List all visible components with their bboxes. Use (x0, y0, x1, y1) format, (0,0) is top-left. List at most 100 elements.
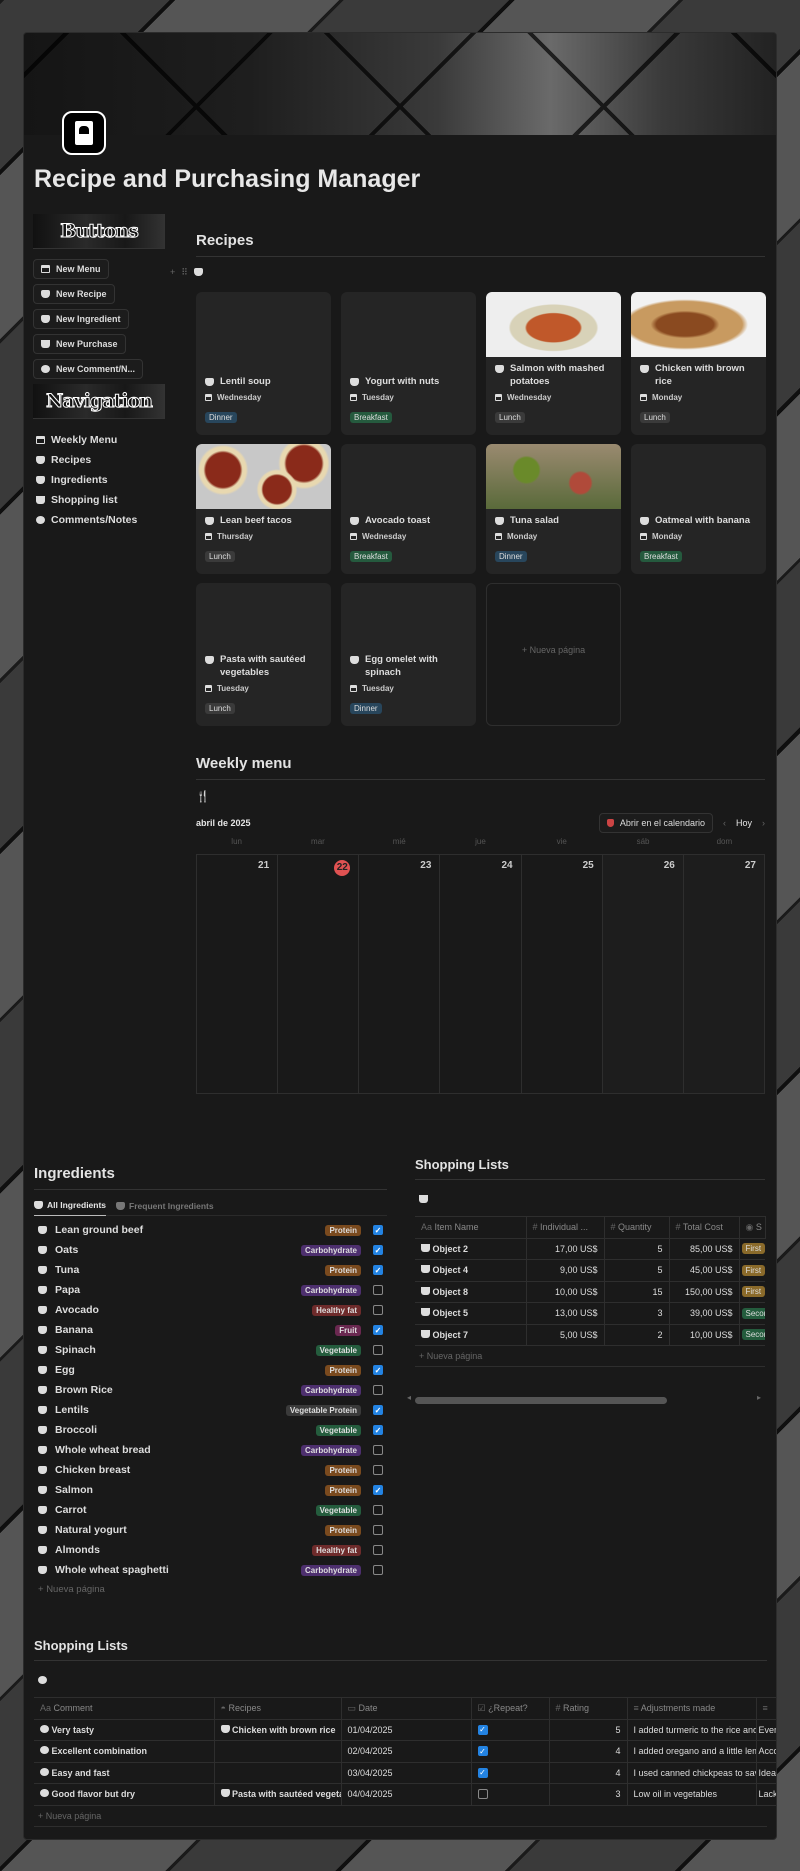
today-button[interactable]: Hoy (736, 818, 752, 828)
frequent-checkbox[interactable] (373, 1525, 383, 1535)
calendar-day-cell[interactable]: 24 (439, 854, 521, 1094)
column-header[interactable]: # Individual ... (526, 1216, 605, 1239)
sidebar-button-4[interactable]: New Comment/N... (33, 359, 144, 379)
ingredient-row[interactable]: Oats Carbohydrate ✓ (38, 1240, 383, 1260)
tab-frequent-ingredients[interactable]: Frequent Ingredients (116, 1201, 214, 1211)
ingredient-row[interactable]: Spinach Vegetable (38, 1340, 383, 1360)
repeat-checkbox[interactable]: ✓ (477, 1746, 488, 1757)
ingredient-row[interactable]: Natural yogurt Protein (38, 1520, 383, 1540)
ingredient-row[interactable]: Whole wheat bread Carbohydrate (38, 1440, 383, 1460)
nav-item-3[interactable]: Shopping list (36, 490, 165, 510)
table-row[interactable]: Excellent combination 02/04/2025 ✓ 4 I a… (34, 1740, 776, 1763)
ingredient-row[interactable]: Broccoli Vegetable ✓ (38, 1420, 383, 1440)
ingredient-row[interactable]: Whole wheat spaghetti Carbohydrate (38, 1560, 383, 1580)
frequent-checkbox[interactable]: ✓ (373, 1485, 383, 1495)
ingredient-row[interactable]: Lean ground beef Protein ✓ (38, 1220, 383, 1240)
recipe-link[interactable]: Pasta with sautéed vegetables (232, 1789, 340, 1799)
recipe-card[interactable]: Avocado toast Wednesday Breakfast (341, 444, 476, 574)
table-row[interactable]: Object 7 5,00 US$ 2 10,00 US$ Second (415, 1324, 765, 1346)
new-ingredient-page[interactable]: + Nueva página (34, 1580, 387, 1599)
ingredient-row[interactable]: Almonds Healthy fat (38, 1540, 383, 1560)
calendar-day-cell[interactable]: 26 (601, 854, 683, 1094)
recipe-card[interactable]: Pasta with sautéed vegetables Tuesday Lu… (196, 583, 331, 726)
nav-item-4[interactable]: Comments/Notes (36, 510, 165, 530)
recipe-card[interactable]: Oatmeal with banana Monday Breakfast (631, 444, 766, 574)
frequent-checkbox[interactable] (373, 1285, 383, 1295)
calendar-day-cell[interactable]: 23 (358, 854, 440, 1094)
recipe-card[interactable]: Chicken with brown rice Monday Lunch (631, 292, 766, 435)
column-header[interactable]: ≡ Adjustments made (627, 1697, 757, 1720)
repeat-checkbox[interactable]: ✓ (477, 1767, 488, 1778)
nav-item-0[interactable]: Weekly Menu (36, 430, 165, 450)
column-header[interactable]: # Rating (549, 1697, 628, 1720)
calendar-day-cell[interactable]: 22 (277, 854, 359, 1094)
add-block-icon[interactable]: + (170, 267, 175, 277)
scrollbar-thumb[interactable] (415, 1397, 667, 1404)
frequent-checkbox[interactable]: ✓ (373, 1225, 383, 1235)
table-row[interactable]: Good flavor but dry Pasta with sautéed v… (34, 1783, 776, 1806)
calendar-day-cell[interactable]: 27 (682, 854, 764, 1094)
recipe-card[interactable]: Egg omelet with spinach Tuesday Dinner (341, 583, 476, 726)
table-row[interactable]: Easy and fast 03/04/2025 ✓ 4 I used cann… (34, 1762, 776, 1784)
table-row[interactable]: Object 4 9,00 US$ 5 45,00 US$ First (415, 1259, 765, 1282)
recipe-card[interactable]: Yogurt with nuts Tuesday Breakfast (341, 292, 476, 435)
sidebar-button-1[interactable]: New Recipe (33, 284, 115, 304)
column-header[interactable]: ◉ S (739, 1216, 766, 1239)
calendar-day-cell[interactable]: 21 (196, 854, 278, 1094)
recipe-card[interactable]: Lean beef tacos Thursday Lunch (196, 444, 331, 574)
nav-item-2[interactable]: Ingredients (36, 470, 165, 490)
column-header[interactable]: Aa Item Name (415, 1216, 527, 1239)
frequent-checkbox[interactable]: ✓ (373, 1265, 383, 1275)
frequent-checkbox[interactable]: ✓ (373, 1405, 383, 1415)
table-row[interactable]: Object 8 10,00 US$ 15 150,00 US$ First (415, 1281, 765, 1303)
ingredient-row[interactable]: Papa Carbohydrate (38, 1280, 383, 1300)
ingredient-row[interactable]: Banana Fruit ✓ (38, 1320, 383, 1340)
frequent-checkbox[interactable]: ✓ (373, 1325, 383, 1335)
frequent-checkbox[interactable] (373, 1545, 383, 1555)
ingredient-row[interactable]: Carrot Vegetable (38, 1500, 383, 1520)
frequent-checkbox[interactable] (373, 1445, 383, 1455)
frequent-checkbox[interactable] (373, 1565, 383, 1575)
column-header[interactable]: Aa Comment (34, 1697, 215, 1720)
ingredient-row[interactable]: Tuna Protein ✓ (38, 1260, 383, 1280)
table-row[interactable]: Very tasty Chicken with brown rice 01/04… (34, 1719, 776, 1741)
recipe-link[interactable]: Chicken with brown rice (232, 1725, 336, 1735)
frequent-checkbox[interactable] (373, 1305, 383, 1315)
column-header[interactable]: ☑ ¿Repeat? (471, 1697, 550, 1720)
ingredient-row[interactable]: Egg Protein ✓ (38, 1360, 383, 1380)
ingredient-row[interactable]: Salmon Protein ✓ (38, 1480, 383, 1500)
ingredient-row[interactable]: Brown Rice Carbohydrate (38, 1380, 383, 1400)
sidebar-button-3[interactable]: New Purchase (33, 334, 126, 354)
column-header[interactable]: ▭ Date (341, 1697, 472, 1720)
recipe-card[interactable]: Lentil soup Wednesday Dinner (196, 292, 331, 435)
table-row[interactable]: Object 2 17,00 US$ 5 85,00 US$ First (415, 1238, 765, 1260)
column-header[interactable]: ◓ Recipes (214, 1697, 342, 1720)
ingredient-row[interactable]: Lentils Vegetable Protein ✓ (38, 1400, 383, 1420)
next-week-button[interactable]: › (762, 818, 765, 828)
sidebar-button-2[interactable]: New Ingredient (33, 309, 129, 329)
frequent-checkbox[interactable] (373, 1385, 383, 1395)
table-row[interactable]: Object 5 13,00 US$ 3 39,00 US$ Second (415, 1302, 765, 1325)
frequent-checkbox[interactable]: ✓ (373, 1365, 383, 1375)
frequent-checkbox[interactable] (373, 1345, 383, 1355)
nav-item-1[interactable]: Recipes (36, 450, 165, 470)
sidebar-button-0[interactable]: New Menu (33, 259, 109, 279)
calendar-day-cell[interactable]: 25 (520, 854, 602, 1094)
ingredient-row[interactable]: Avocado Healthy fat (38, 1300, 383, 1320)
open-in-calendar-button[interactable]: Abrir en el calendario (598, 813, 713, 833)
tab-all-ingredients[interactable]: All Ingredients (34, 1196, 107, 1216)
column-header[interactable]: ≡ (756, 1697, 776, 1720)
drag-handle-icon[interactable]: ⠿ (181, 267, 188, 278)
prev-week-button[interactable]: ‹ (723, 818, 726, 828)
frequent-checkbox[interactable]: ✓ (373, 1425, 383, 1435)
new-comment-page[interactable]: + Nueva página (34, 1806, 767, 1827)
repeat-checkbox[interactable] (477, 1789, 488, 1800)
column-header[interactable]: # Quantity (604, 1216, 670, 1239)
repeat-checkbox[interactable]: ✓ (477, 1724, 488, 1735)
frequent-checkbox[interactable] (373, 1505, 383, 1515)
recipe-card[interactable]: Tuna salad Monday Dinner (486, 444, 621, 574)
horizontal-scrollbar[interactable]: ◂ ▸ (407, 1393, 765, 1404)
ingredient-row[interactable]: Chicken breast Protein (38, 1460, 383, 1480)
new-recipe-card[interactable]: + Nueva página (486, 583, 621, 726)
new-purchase-page[interactable]: + Nueva página (415, 1346, 765, 1367)
